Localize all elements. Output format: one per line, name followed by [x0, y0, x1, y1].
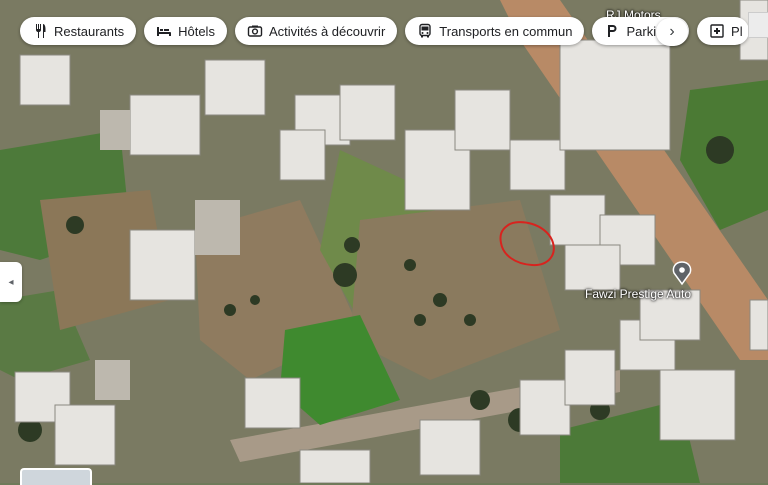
chip-label: Pl: [731, 23, 743, 39]
chip-label: Transports en commun: [439, 23, 573, 39]
camera-icon: [247, 25, 263, 37]
chip-more[interactable]: Pl: [697, 17, 749, 45]
parking-icon: [608, 25, 617, 37]
bed-icon: [157, 27, 172, 36]
layer-thumbnail[interactable]: [20, 468, 92, 485]
collapse-panel-button[interactable]: ◂: [0, 262, 22, 302]
avatar[interactable]: [748, 12, 768, 38]
satellite-map[interactable]: [0, 0, 768, 483]
bus-icon: [419, 23, 431, 38]
place-label-fawzi-prestige-auto[interactable]: Fawzi Prestige Auto: [585, 287, 691, 301]
chip-label: Hôtels: [178, 23, 215, 39]
chip-hotels[interactable]: Hôtels: [144, 17, 227, 45]
chip-label: Activités à découvrir: [268, 23, 386, 39]
fork-knife-icon: [36, 24, 46, 38]
chip-transit[interactable]: Transports en commun: [405, 17, 585, 45]
chip-restaurants[interactable]: Restaurants: [20, 17, 137, 45]
chip-label: Restaurants: [54, 23, 125, 39]
chip-activities[interactable]: Activités à découvrir: [234, 17, 398, 45]
chips-next-button[interactable]: ›: [656, 18, 688, 46]
pharmacy-icon: [710, 24, 724, 38]
category-chip-bar: Restaurants Hôtels Activités à découvrir…: [20, 17, 749, 47]
